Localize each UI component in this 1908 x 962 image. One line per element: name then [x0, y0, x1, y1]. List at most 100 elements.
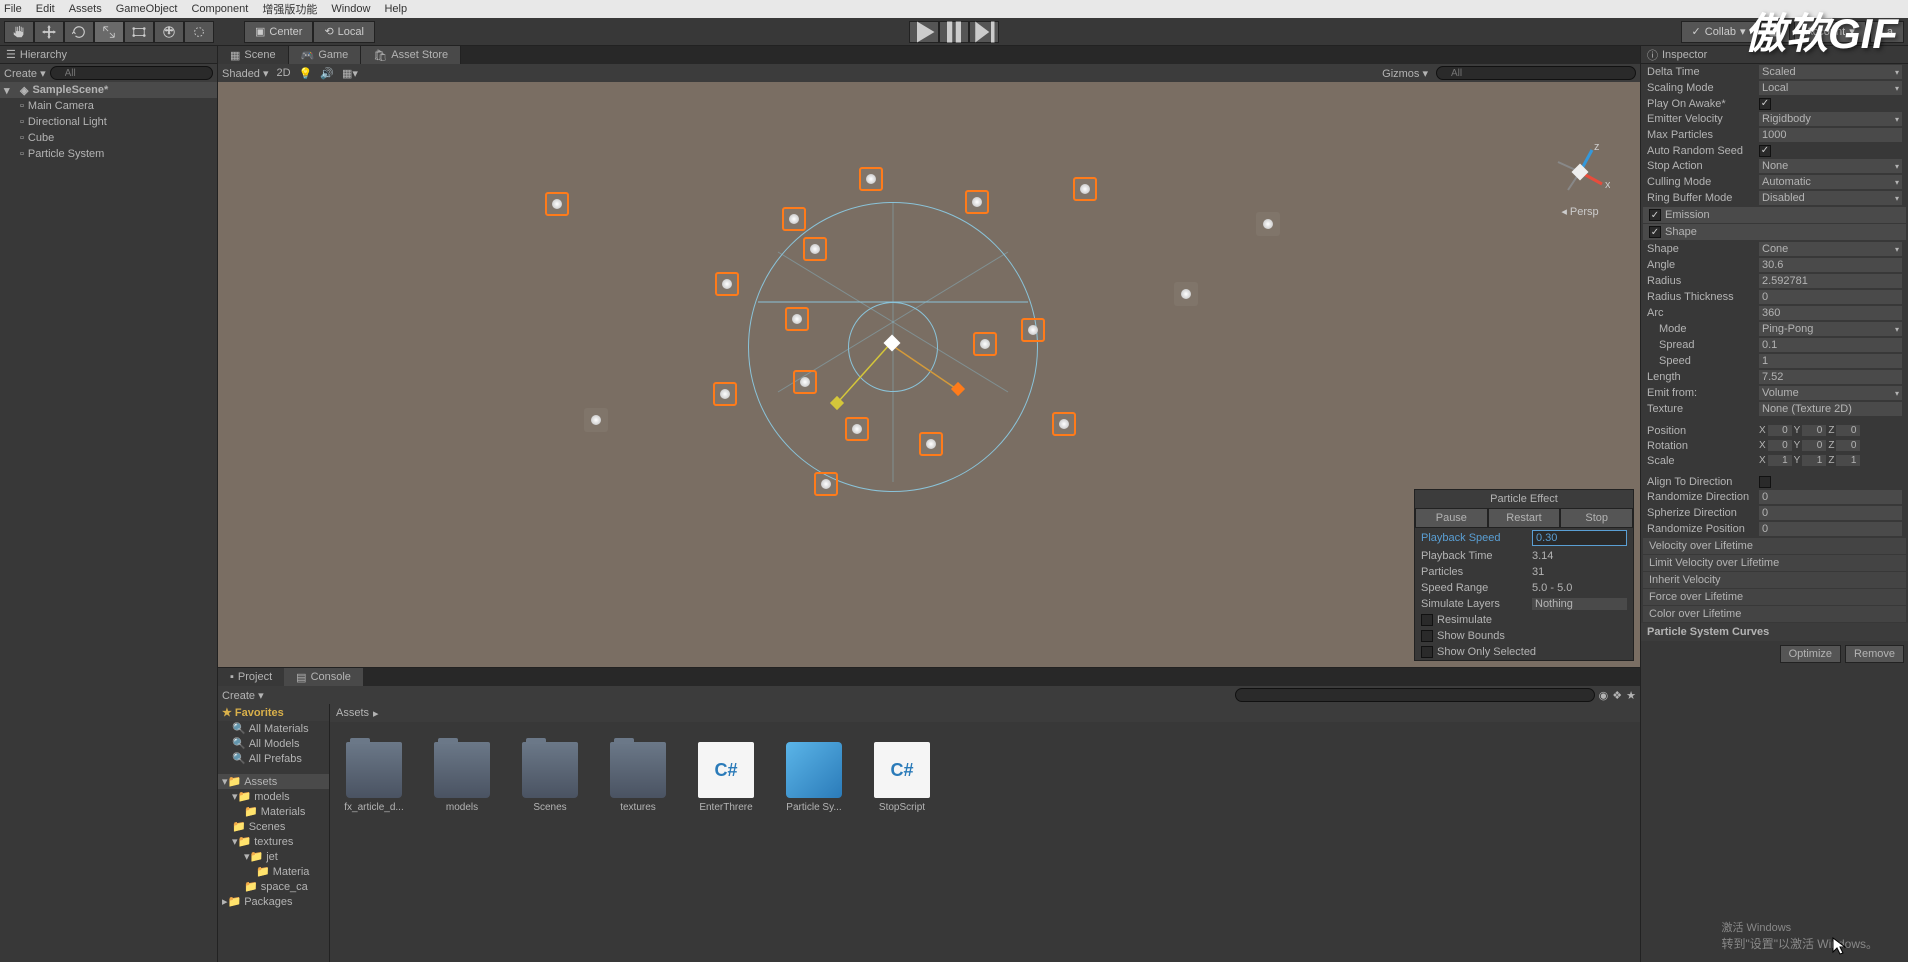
folder-item[interactable]: 📁 Scenes — [218, 819, 329, 834]
step-button[interactable] — [969, 21, 999, 43]
audio-toggle-icon[interactable]: 🔊 — [320, 67, 334, 80]
hierarchy-item[interactable]: ▫ Cube — [0, 130, 217, 146]
assets-root[interactable]: ▾📁 Assets — [218, 774, 329, 789]
asset-folder[interactable]: models — [428, 742, 496, 813]
scaling-mode-dropdown[interactable]: Local — [1759, 81, 1902, 95]
shape-checkbox[interactable] — [1649, 226, 1661, 238]
rotation-x-field[interactable]: 0 — [1768, 440, 1792, 451]
module-header[interactable]: Force over Lifetime — [1643, 589, 1906, 605]
auto-random-seed-checkbox[interactable] — [1759, 145, 1771, 157]
move-tool-button[interactable] — [34, 21, 64, 43]
folder-item[interactable]: 📁 Materials — [218, 804, 329, 819]
show-bounds-checkbox[interactable] — [1421, 630, 1433, 642]
optimize-button[interactable]: Optimize — [1780, 645, 1841, 663]
resimulate-checkbox[interactable] — [1421, 614, 1433, 626]
project-breadcrumb[interactable]: Assets ▸ — [330, 704, 1640, 722]
menu-component[interactable]: Component — [191, 3, 248, 15]
favorites-header[interactable]: ★ Favorites — [218, 704, 329, 721]
max-particles-field[interactable]: 1000 — [1759, 128, 1902, 142]
search-filter-icon[interactable]: ◉ — [1599, 689, 1609, 702]
align-to-direction-checkbox[interactable] — [1759, 476, 1771, 488]
length-field[interactable]: 7.52 — [1759, 370, 1902, 384]
pivot-local-button[interactable]: ⟲ Local — [313, 21, 375, 43]
radius-thickness-field[interactable]: 0 — [1759, 290, 1902, 304]
rect-tool-button[interactable] — [124, 21, 154, 43]
favorite-item[interactable]: 🔍All Models — [218, 736, 329, 751]
position-x-field[interactable]: 0 — [1768, 425, 1792, 436]
orientation-gizmo[interactable]: x z ◂ Persp — [1550, 142, 1610, 202]
show-only-selected-checkbox[interactable] — [1421, 646, 1433, 658]
layers-dropdown[interactable]: La — [1870, 21, 1904, 43]
play-on-awake-checkbox[interactable] — [1759, 98, 1771, 110]
search-filter-icon[interactable]: ❖ — [1612, 689, 1622, 702]
position-y-field[interactable]: 0 — [1802, 425, 1826, 436]
ring-buffer-dropdown[interactable]: Disabled — [1759, 191, 1902, 205]
hierarchy-scene-root[interactable]: ▾◈ SampleScene* — [0, 82, 217, 98]
scene-viewport[interactable]: x z ◂ Persp Particle Effect Pause Restar… — [218, 82, 1640, 667]
project-tab[interactable]: ▪ Project — [218, 668, 284, 686]
favorite-item[interactable]: 🔍All Materials — [218, 721, 329, 736]
menu-enhanced[interactable]: 增强版功能 — [262, 1, 317, 17]
menu-window[interactable]: Window — [331, 3, 370, 15]
arc-spread-field[interactable]: 0.1 — [1759, 338, 1902, 352]
asset-folder[interactable]: textures — [604, 742, 672, 813]
remove-button[interactable]: Remove — [1845, 645, 1904, 663]
folder-item[interactable]: ▾📁 models — [218, 789, 329, 804]
scale-z-field[interactable]: 1 — [1836, 455, 1860, 466]
play-button[interactable] — [909, 21, 939, 43]
project-search-input[interactable] — [1235, 688, 1595, 702]
hierarchy-item[interactable]: ▫ Directional Light — [0, 114, 217, 130]
hierarchy-search-input[interactable] — [50, 66, 213, 80]
pause-button[interactable] — [939, 21, 969, 43]
asset-folder[interactable]: fx_article_d... — [340, 742, 408, 813]
pivot-center-button[interactable]: ▣ Center — [244, 21, 313, 43]
emit-from-dropdown[interactable]: Volume — [1759, 386, 1902, 400]
search-filter-icon[interactable]: ★ — [1626, 689, 1636, 702]
module-header[interactable]: Inherit Velocity — [1643, 572, 1906, 588]
menu-help[interactable]: Help — [384, 3, 407, 15]
inspector-tab[interactable]: ⓘ Inspector — [1641, 46, 1908, 64]
favorite-item[interactable]: 🔍All Prefabs — [218, 751, 329, 766]
particle-pause-button[interactable]: Pause — [1415, 508, 1488, 528]
hierarchy-item[interactable]: ▫ Main Camera — [0, 98, 217, 114]
scale-x-field[interactable]: 1 — [1768, 455, 1792, 466]
arc-mode-dropdown[interactable]: Ping-Pong — [1759, 322, 1902, 336]
asset-folder[interactable]: Scenes — [516, 742, 584, 813]
simulate-layers-dropdown[interactable]: Nothing — [1532, 598, 1627, 610]
rotation-y-field[interactable]: 0 — [1802, 440, 1826, 451]
scene-search-input[interactable] — [1436, 66, 1636, 80]
module-header[interactable]: Velocity over Lifetime — [1643, 538, 1906, 554]
shape-type-dropdown[interactable]: Cone — [1759, 242, 1902, 256]
scale-y-field[interactable]: 1 — [1802, 455, 1826, 466]
folder-item[interactable]: ▾📁 textures — [218, 834, 329, 849]
randomize-position-field[interactable]: 0 — [1759, 522, 1902, 536]
particle-restart-button[interactable]: Restart — [1488, 508, 1561, 528]
radius-field[interactable]: 2.592781 — [1759, 274, 1902, 288]
stop-action-dropdown[interactable]: None — [1759, 159, 1902, 173]
delta-time-dropdown[interactable]: Scaled — [1759, 65, 1902, 79]
scene-tab[interactable]: ▦ Scene — [218, 46, 289, 64]
rotate-tool-button[interactable] — [64, 21, 94, 43]
cloud-button[interactable] — [1760, 21, 1790, 43]
arc-speed-field[interactable]: 1 — [1759, 354, 1902, 368]
console-tab[interactable]: ▤ Console — [284, 668, 363, 686]
shading-mode-dropdown[interactable]: Shaded ▾ — [222, 67, 269, 80]
folder-item[interactable]: 📁 space_ca — [218, 879, 329, 894]
asset-prefab[interactable]: Particle Sy... — [780, 742, 848, 813]
hierarchy-item[interactable]: ▫ Particle System — [0, 146, 217, 162]
fx-toggle-icon[interactable]: ▦▾ — [342, 67, 358, 80]
game-tab[interactable]: 🎮 Game — [289, 46, 362, 64]
packages-root[interactable]: ▸📁 Packages — [218, 894, 329, 909]
menu-assets[interactable]: Assets — [69, 3, 102, 15]
playback-speed-input[interactable] — [1532, 530, 1627, 546]
collab-dropdown[interactable]: ✓ Collab ▾ — [1681, 21, 1757, 43]
menu-file[interactable]: File — [4, 3, 22, 15]
emitter-velocity-dropdown[interactable]: Rigidbody — [1759, 112, 1902, 126]
module-header[interactable]: Color over Lifetime — [1643, 606, 1906, 622]
emission-checkbox[interactable] — [1649, 209, 1661, 221]
emission-module-header[interactable]: Emission — [1643, 207, 1906, 223]
culling-mode-dropdown[interactable]: Automatic — [1759, 175, 1902, 189]
asset-script[interactable]: C#StopScript — [868, 742, 936, 813]
account-dropdown[interactable]: Account ▾ — [1794, 21, 1865, 43]
folder-item[interactable]: ▾📁 jet — [218, 849, 329, 864]
